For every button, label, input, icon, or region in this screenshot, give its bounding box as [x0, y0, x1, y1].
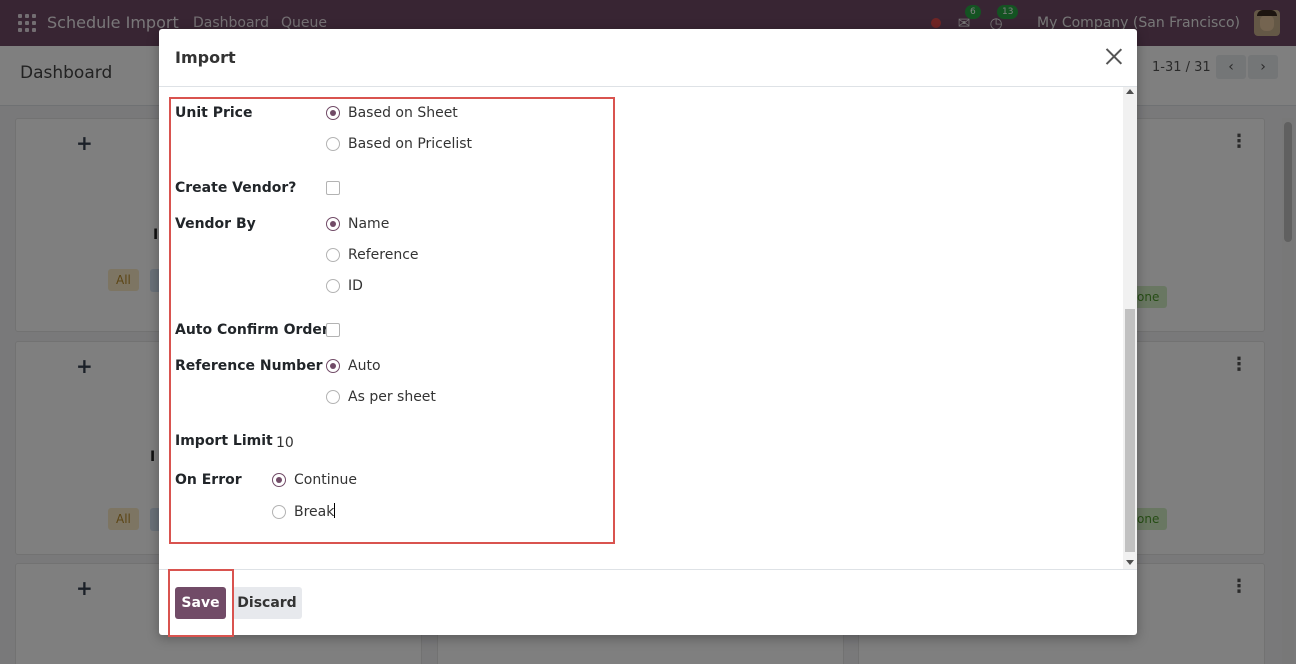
scroll-down-arrow-icon[interactable]	[1126, 560, 1134, 565]
radio-icon[interactable]	[326, 390, 340, 404]
radio-checked-icon[interactable]	[272, 473, 286, 487]
vendor-by-option-reference[interactable]: Reference	[326, 247, 419, 263]
radio-label: Based on Sheet	[348, 105, 458, 121]
unit-price-label: Unit Price	[175, 105, 253, 121]
modal-header: Import	[159, 29, 1137, 87]
modal-body: Unit Price Based on Sheet Based on Price…	[159, 87, 1137, 569]
radio-icon[interactable]	[326, 248, 340, 262]
unit-price-option-sheet[interactable]: Based on Sheet	[326, 105, 458, 121]
radio-label: Break	[294, 504, 335, 520]
reference-number-option-sheet[interactable]: As per sheet	[326, 389, 436, 405]
on-error-option-break[interactable]: Break	[272, 503, 336, 520]
create-vendor-checkbox[interactable]	[326, 181, 340, 195]
radio-icon[interactable]	[326, 137, 340, 151]
reference-number-label: Reference Number	[175, 358, 323, 374]
unit-price-option-pricelist[interactable]: Based on Pricelist	[326, 136, 472, 152]
radio-icon[interactable]	[272, 504, 286, 519]
auto-confirm-label: Auto Confirm Order?	[175, 322, 337, 338]
radio-checked-icon[interactable]	[326, 217, 340, 231]
radio-label: Based on Pricelist	[348, 136, 473, 152]
radio-label: Name	[348, 216, 390, 232]
import-dialog: Import Unit Price Based on Sheet Based o…	[159, 29, 1137, 637]
radio-icon[interactable]	[326, 279, 340, 293]
modal-footer: Save Discard	[159, 569, 1137, 637]
close-icon[interactable]	[1105, 47, 1123, 65]
create-vendor-label: Create Vendor?	[175, 180, 297, 196]
radio-label: Auto	[348, 358, 381, 374]
radio-checked-icon[interactable]	[326, 359, 340, 373]
radio-checked-icon[interactable]	[326, 106, 340, 120]
modal-scrollbar[interactable]	[1123, 87, 1137, 569]
radio-label: ID	[348, 278, 363, 294]
import-limit-input[interactable]: 10	[276, 435, 294, 451]
vendor-by-label: Vendor By	[175, 216, 256, 232]
radio-label: Reference	[348, 247, 419, 263]
text-cursor	[334, 503, 336, 518]
save-highlight-box	[168, 569, 234, 637]
modal-title: Import	[175, 48, 236, 67]
vendor-by-option-name[interactable]: Name	[326, 216, 389, 232]
reference-number-option-auto[interactable]: Auto	[326, 358, 381, 374]
on-error-option-continue[interactable]: Continue	[272, 472, 357, 488]
discard-button[interactable]: Discard	[232, 587, 302, 619]
radio-label: Continue	[294, 472, 357, 488]
on-error-label: On Error	[175, 472, 242, 488]
vendor-by-option-id[interactable]: ID	[326, 278, 363, 294]
import-limit-label: Import Limit	[175, 433, 273, 449]
auto-confirm-checkbox[interactable]	[326, 323, 340, 337]
scroll-up-arrow-icon[interactable]	[1126, 89, 1134, 94]
modal-scrollbar-thumb[interactable]	[1125, 309, 1135, 552]
radio-label: As per sheet	[348, 389, 436, 405]
